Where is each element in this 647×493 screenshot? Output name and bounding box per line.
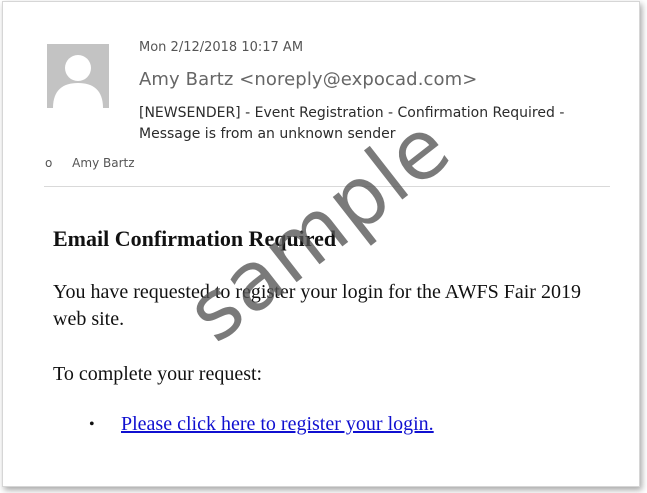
recipient-name[interactable]: Amy Bartz [72, 156, 134, 170]
list-item: • Please click here to register your logi… [89, 411, 434, 438]
message-subject: [NEWSENDER] - Event Registration - Confi… [139, 105, 565, 142]
recipient-line: o Amy Bartz [45, 156, 135, 170]
header-divider [44, 186, 610, 187]
sender-name-address[interactable]: Amy Bartz <noreply@expocad.com> [139, 69, 477, 90]
sender-avatar-person-icon [47, 44, 109, 108]
bullet: • [89, 416, 95, 433]
register-login-link[interactable]: Please click here to register your login… [121, 413, 434, 435]
message-date: Mon 2/12/2018 10:17 AM [139, 40, 304, 55]
message-body: Email Confirmation Required You have req… [53, 225, 613, 435]
body-intro-text: You have requested to register your logi… [53, 281, 581, 330]
body-heading: Email Confirmation Required [53, 226, 337, 251]
email-window: Mon 2/12/2018 10:17 AM Amy Bartz <norepl… [2, 1, 640, 487]
recipient-prefix: o [45, 156, 53, 170]
body-instructions-text: To complete your request: [53, 363, 263, 385]
